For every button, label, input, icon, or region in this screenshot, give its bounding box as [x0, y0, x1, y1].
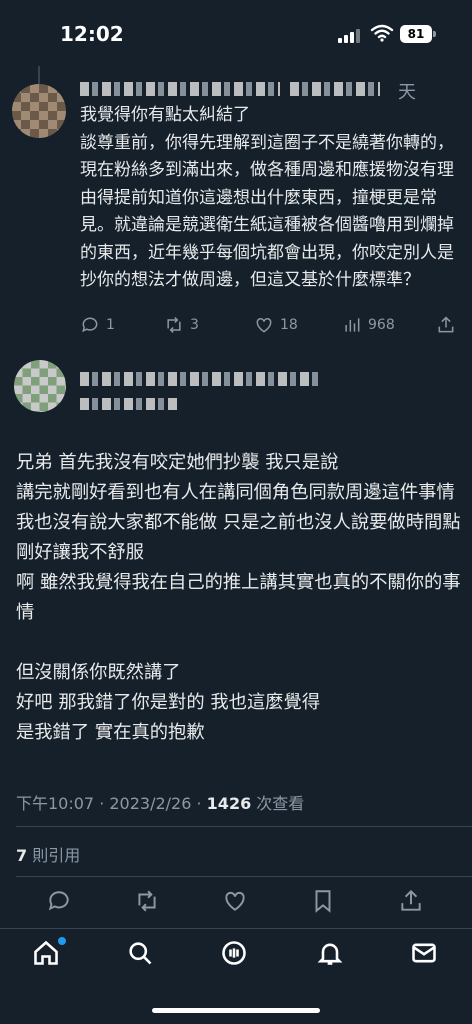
- divider: [16, 826, 472, 827]
- search-icon: [129, 942, 152, 965]
- tweet-text: 兄弟 首先我沒有咬定她們抄襲 我只是說 講完就剛好看到也有人在講同個角色同款周邊…: [16, 452, 461, 743]
- views-button[interactable]: 968: [342, 312, 395, 338]
- nav-messages[interactable]: [410, 939, 442, 971]
- notification-dot: [58, 937, 66, 945]
- view-count: 968: [368, 317, 395, 333]
- like-button[interactable]: 18: [254, 312, 298, 338]
- status-bar: 12:02 81: [0, 0, 472, 70]
- reply-text: 我覺得你有點太糾結了 談尊重前，你得先理解到這圈子不是繞著你轉的，現在粉絲多到滿…: [80, 105, 454, 290]
- tweet-metadata: 下午10:07 · 2023/2/26 · 1426 次查看: [16, 790, 304, 814]
- reply-button[interactable]: 1: [80, 312, 115, 338]
- home-icon: [34, 940, 58, 965]
- reply-timestamp: 天: [398, 82, 416, 103]
- like-button[interactable]: [222, 888, 250, 916]
- author-username-blurred: [80, 398, 180, 410]
- retweet-count: 3: [190, 317, 199, 333]
- tweet-view-label: 次查看: [251, 794, 305, 813]
- bell-icon: [317, 943, 343, 965]
- quote-label: 則引用: [27, 846, 81, 865]
- quote-count: 7: [16, 846, 28, 865]
- retweet-button[interactable]: 3: [164, 312, 199, 338]
- divider: [16, 876, 472, 877]
- tweet-datetime[interactable]: 下午10:07 · 2023/2/26 ·: [16, 794, 207, 813]
- nav-spaces[interactable]: [220, 939, 252, 971]
- share-button[interactable]: [436, 312, 456, 338]
- share-icon: [438, 316, 454, 333]
- status-time: 12:02: [60, 22, 124, 46]
- tweet-view-count: 1426: [206, 794, 252, 813]
- bookmark-icon: [315, 890, 331, 913]
- bookmark-button[interactable]: [310, 888, 338, 916]
- retweet-icon: [138, 890, 156, 912]
- heart-icon: [225, 891, 245, 911]
- cellular-signal-icon: [338, 27, 364, 43]
- home-indicator: [152, 1008, 320, 1013]
- retweet-icon: [167, 316, 181, 334]
- share-icon: [401, 889, 421, 911]
- mail-icon: [412, 943, 436, 963]
- author-avatar[interactable]: [14, 360, 66, 412]
- spaces-icon: [222, 941, 246, 965]
- heart-icon: [256, 317, 272, 333]
- quote-tweets-link[interactable]: 7 則引用: [16, 842, 80, 866]
- avatar[interactable]: [12, 84, 66, 138]
- reply-icon: [82, 317, 98, 333]
- display-name-blurred[interactable]: [80, 82, 280, 96]
- wifi-icon: [370, 24, 394, 42]
- reply-icon: [48, 891, 69, 911]
- nav-search[interactable]: [126, 939, 158, 971]
- chart-icon: [345, 318, 360, 332]
- nav-notifications[interactable]: [316, 939, 348, 971]
- like-count: 18: [280, 317, 298, 333]
- share-button[interactable]: [398, 888, 426, 916]
- author-display-name-blurred[interactable]: [80, 372, 320, 386]
- thread-line: [38, 66, 40, 86]
- nav-home[interactable]: [32, 937, 66, 971]
- battery-indicator: 81: [400, 25, 436, 43]
- reply-count: 1: [106, 317, 115, 333]
- retweet-button[interactable]: [134, 888, 162, 916]
- reply-action-bar: 1 3 18 968: [80, 312, 462, 338]
- reply-button[interactable]: [46, 888, 74, 916]
- username-blurred: [290, 82, 380, 96]
- tweet-action-bar: [0, 888, 472, 918]
